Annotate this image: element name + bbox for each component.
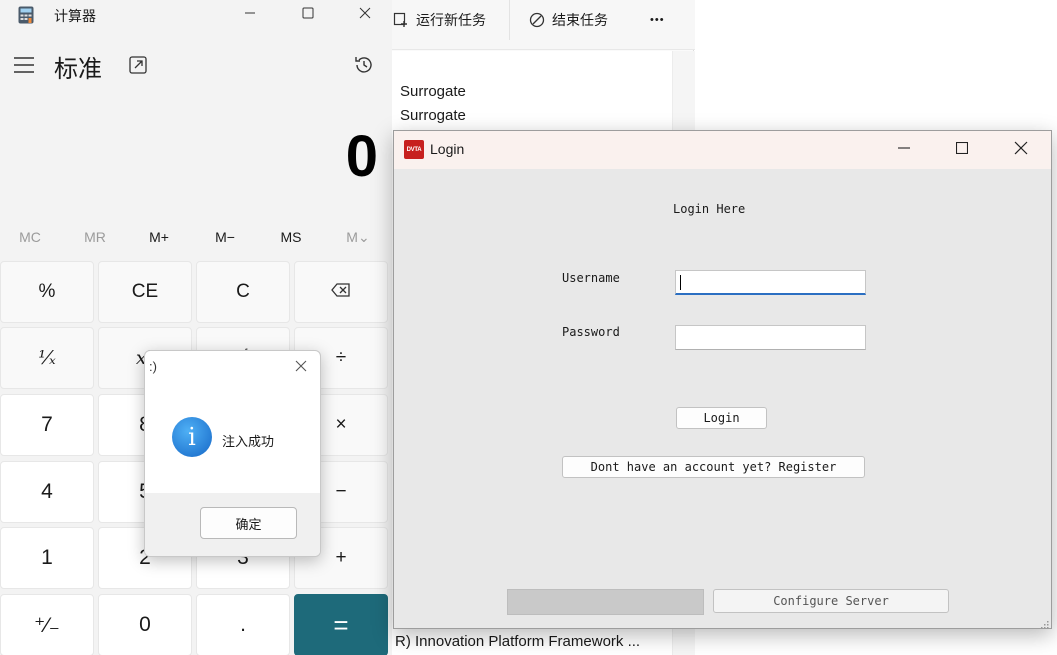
process-row[interactable]: Surrogate xyxy=(400,107,466,124)
login-window-title: Login xyxy=(430,141,465,157)
memory-recall-button[interactable]: MR xyxy=(65,229,125,245)
calculator-mode-title: 标准 xyxy=(54,56,102,83)
end-task-icon xyxy=(529,12,545,28)
memory-store-button[interactable]: MS xyxy=(261,229,321,245)
dvta-logo: DVTA xyxy=(404,140,424,159)
percent-key[interactable]: % xyxy=(0,261,94,323)
progress-bar xyxy=(507,589,704,615)
message-box-title: :) xyxy=(149,359,157,374)
digit-4-key[interactable]: 4 xyxy=(0,461,94,523)
text-caret xyxy=(680,275,681,290)
password-input[interactable] xyxy=(675,325,866,350)
decimal-key[interactable]: . xyxy=(196,594,290,655)
close-button[interactable] xyxy=(342,0,388,30)
login-close-button[interactable] xyxy=(1001,135,1041,165)
maximize-button[interactable] xyxy=(285,0,331,30)
login-maximize-button[interactable] xyxy=(942,135,982,165)
run-task-icon xyxy=(393,12,409,28)
message-box-dialog: :) i 注入成功 确定 xyxy=(144,350,321,557)
end-task-label: 结束任务 xyxy=(552,12,608,28)
run-new-task-button[interactable]: 运行新任务 xyxy=(393,10,486,30)
ok-button[interactable]: 确定 xyxy=(200,507,297,539)
password-label: Password xyxy=(562,325,620,339)
digit-7-key[interactable]: 7 xyxy=(0,394,94,456)
resize-grip-icon[interactable] xyxy=(1039,616,1049,629)
info-icon: i xyxy=(172,417,212,457)
maximize-icon xyxy=(955,141,969,159)
memory-add-button[interactable]: M+ xyxy=(129,229,189,245)
clear-entry-key[interactable]: CE xyxy=(98,261,192,323)
task-manager-toolbar: 运行新任务 结束任务 ••• xyxy=(391,0,695,50)
minimize-button[interactable] xyxy=(227,0,273,30)
username-input[interactable] xyxy=(675,270,866,295)
keep-on-top-icon[interactable] xyxy=(128,55,148,80)
login-minimize-button[interactable] xyxy=(884,135,924,165)
close-icon xyxy=(1014,141,1028,160)
history-icon[interactable] xyxy=(353,54,375,81)
calculator-title: 计算器 xyxy=(54,8,96,24)
toolbar-divider xyxy=(509,0,510,40)
memory-subtract-button[interactable]: M− xyxy=(195,229,255,245)
register-button[interactable]: Dont have an account yet? Register xyxy=(562,456,865,478)
calculator-display: 0 xyxy=(345,124,378,189)
more-options-button[interactable]: ••• xyxy=(650,10,665,30)
backspace-key[interactable] xyxy=(294,261,388,323)
process-row[interactable]: R) Innovation Platform Framework ... xyxy=(395,633,640,650)
negate-key[interactable]: ⁺⁄₋ xyxy=(0,594,94,655)
message-box-text: 注入成功 xyxy=(222,434,275,449)
username-label: Username xyxy=(562,271,620,285)
maximize-icon xyxy=(302,6,314,24)
run-new-task-label: 运行新任务 xyxy=(416,12,486,28)
end-task-button[interactable]: 结束任务 xyxy=(529,10,608,30)
digit-1-key[interactable]: 1 xyxy=(0,527,94,589)
login-heading: Login Here xyxy=(673,202,746,216)
process-row[interactable]: Surrogate xyxy=(400,83,466,100)
login-window: DVTA Login Login Here Username Password … xyxy=(393,130,1052,629)
equals-key[interactable]: = xyxy=(294,594,388,655)
clear-key[interactable]: C xyxy=(196,261,290,323)
configure-server-button[interactable]: Configure Server xyxy=(713,589,949,613)
minimize-icon xyxy=(898,141,910,159)
calculator-app-icon xyxy=(18,6,34,29)
backspace-icon xyxy=(331,281,351,303)
close-icon xyxy=(292,360,310,379)
reciprocal-key[interactable]: ¹⁄ₓ xyxy=(0,327,94,389)
message-box-footer: 确定 xyxy=(145,493,320,556)
memory-list-button[interactable]: M⌄ xyxy=(328,229,388,246)
minimize-icon xyxy=(244,6,256,24)
login-button[interactable]: Login xyxy=(676,407,767,429)
close-icon xyxy=(359,6,371,24)
hamburger-menu-icon[interactable] xyxy=(13,56,35,79)
memory-clear-button[interactable]: MC xyxy=(0,229,60,245)
message-box-close-button[interactable] xyxy=(292,357,310,375)
login-titlebar: DVTA Login xyxy=(394,131,1051,169)
digit-0-key[interactable]: 0 xyxy=(98,594,192,655)
